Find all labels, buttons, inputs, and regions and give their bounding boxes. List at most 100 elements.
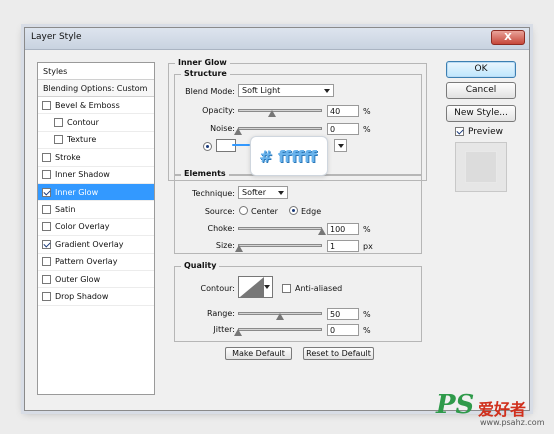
opacity-slider-thumb[interactable] — [267, 110, 276, 117]
size-slider[interactable] — [238, 244, 322, 247]
style-item-label: Texture — [67, 135, 97, 145]
style-item-inner-shadow[interactable]: Inner Shadow — [38, 167, 154, 184]
jitter-slider-thumb[interactable] — [234, 329, 242, 336]
style-checkbox[interactable] — [42, 152, 51, 162]
technique-label: Technique: — [192, 189, 235, 198]
styles-list: Styles Blending Options: Custom Bevel & … — [37, 62, 155, 395]
style-item-label: Inner Glow — [55, 187, 99, 197]
opacity-slider[interactable] — [238, 109, 322, 112]
style-item-gradient-overlay[interactable]: Gradient Overlay — [38, 236, 154, 254]
title-bar[interactable]: Layer Style X — [25, 28, 529, 50]
style-item-drop-shadow[interactable]: Drop Shadow — [38, 288, 154, 306]
color-value-text: # ffffff — [259, 147, 317, 166]
style-item-label: Contour — [67, 118, 99, 128]
watermark-brand: PS — [436, 390, 475, 420]
source-edge-radio[interactable] — [289, 206, 298, 215]
style-item-pattern-overlay[interactable]: Pattern Overlay — [38, 254, 154, 271]
source-label: Source: — [204, 207, 235, 216]
watermark-logo: PS 爱好者 www.psahz.com — [436, 390, 552, 430]
choke-label: Choke: — [207, 224, 235, 233]
source-edge-label[interactable]: Edge — [301, 207, 321, 216]
blending-options-item[interactable]: Blending Options: Custom — [38, 80, 154, 97]
anti-aliased-checkbox[interactable] — [282, 284, 291, 293]
styles-header[interactable]: Styles — [38, 63, 154, 80]
style-item-inner-glow[interactable]: Inner Glow — [38, 183, 154, 202]
blend-mode-select[interactable]: Soft Light — [238, 84, 334, 97]
style-item-label: Outer Glow — [55, 274, 101, 284]
elements-title: Elements — [181, 169, 229, 178]
solid-color-radio[interactable] — [203, 142, 212, 151]
choke-slider[interactable] — [238, 227, 322, 230]
style-checkbox[interactable] — [42, 222, 51, 232]
anti-aliased-label[interactable]: Anti-aliased — [295, 284, 342, 293]
make-default-button[interactable]: Make Default — [225, 347, 292, 360]
cancel-button[interactable]: Cancel — [446, 82, 516, 99]
style-item-stroke[interactable]: Stroke — [38, 149, 154, 167]
blend-mode-label: Blend Mode: — [185, 87, 235, 96]
preview-swatch — [465, 151, 497, 183]
jitter-slider[interactable] — [238, 328, 322, 331]
opacity-input[interactable]: 40 — [327, 105, 359, 117]
chevron-down-icon — [338, 144, 344, 148]
choke-unit: % — [363, 225, 371, 234]
gradient-select[interactable] — [334, 139, 347, 152]
quality-title: Quality — [181, 261, 220, 270]
size-label: Size: — [215, 241, 235, 250]
source-center-radio[interactable] — [239, 206, 248, 215]
style-checkbox[interactable] — [42, 239, 51, 249]
range-input[interactable]: 50 — [327, 308, 359, 320]
chevron-down-icon — [264, 285, 270, 289]
style-item-color-overlay[interactable]: Color Overlay — [38, 219, 154, 237]
style-item-label: Bevel & Emboss — [55, 100, 120, 110]
noise-input[interactable]: 0 — [327, 123, 359, 135]
color-value-callout: # ffffff — [250, 136, 328, 176]
style-preview — [455, 142, 507, 192]
noise-unit: % — [363, 125, 371, 134]
size-input[interactable]: 1 — [327, 240, 359, 252]
window-title: Layer Style — [31, 32, 82, 42]
opacity-unit: % — [363, 107, 371, 116]
style-item-label: Color Overlay — [55, 222, 110, 232]
close-button[interactable]: X — [491, 30, 525, 45]
style-item-label: Pattern Overlay — [55, 257, 118, 267]
noise-slider[interactable] — [238, 127, 322, 130]
style-checkbox[interactable] — [42, 170, 51, 180]
choke-slider-thumb[interactable] — [318, 228, 326, 235]
style-item-texture[interactable]: Texture — [38, 132, 154, 150]
choke-input[interactable]: 100 — [327, 223, 359, 235]
inner-glow-title: Inner Glow — [175, 58, 230, 67]
reset-to-default-button[interactable]: Reset to Default — [303, 347, 374, 360]
size-unit: px — [363, 242, 373, 251]
style-item-label: Satin — [55, 205, 76, 215]
style-checkbox[interactable] — [54, 135, 63, 145]
range-unit: % — [363, 310, 371, 319]
layer-style-dialog: Layer Style X Styles Blending Options: C… — [24, 27, 530, 411]
preview-checkbox[interactable] — [455, 127, 464, 136]
noise-slider-thumb[interactable] — [234, 128, 242, 135]
linear-contour-icon — [240, 277, 264, 297]
new-style-button[interactable]: New Style... — [446, 105, 516, 122]
style-checkbox[interactable] — [42, 291, 51, 301]
style-item-label: Drop Shadow — [55, 291, 109, 301]
style-checkbox[interactable] — [42, 274, 51, 284]
style-checkbox[interactable] — [42, 257, 51, 267]
ok-button[interactable]: OK — [446, 61, 516, 78]
source-center-label[interactable]: Center — [251, 207, 278, 216]
jitter-input[interactable]: 0 — [327, 324, 359, 336]
contour-picker[interactable] — [238, 276, 273, 298]
style-item-contour[interactable]: Contour — [38, 114, 154, 132]
style-checkbox[interactable] — [42, 100, 51, 110]
style-item-outer-glow[interactable]: Outer Glow — [38, 271, 154, 289]
chevron-down-icon — [278, 191, 284, 195]
eyedropper-icon — [232, 144, 250, 146]
range-slider-thumb[interactable] — [276, 313, 284, 320]
style-checkbox[interactable] — [54, 118, 63, 128]
technique-select[interactable]: Softer — [238, 186, 288, 199]
style-checkbox[interactable] — [42, 187, 51, 197]
style-item-satin[interactable]: Satin — [38, 201, 154, 219]
size-slider-thumb[interactable] — [234, 245, 243, 252]
style-item-bevel-emboss[interactable]: Bevel & Emboss — [38, 97, 154, 115]
preview-label[interactable]: Preview — [468, 127, 503, 137]
watermark-url: www.psahz.com — [480, 418, 545, 427]
style-checkbox[interactable] — [42, 205, 51, 215]
